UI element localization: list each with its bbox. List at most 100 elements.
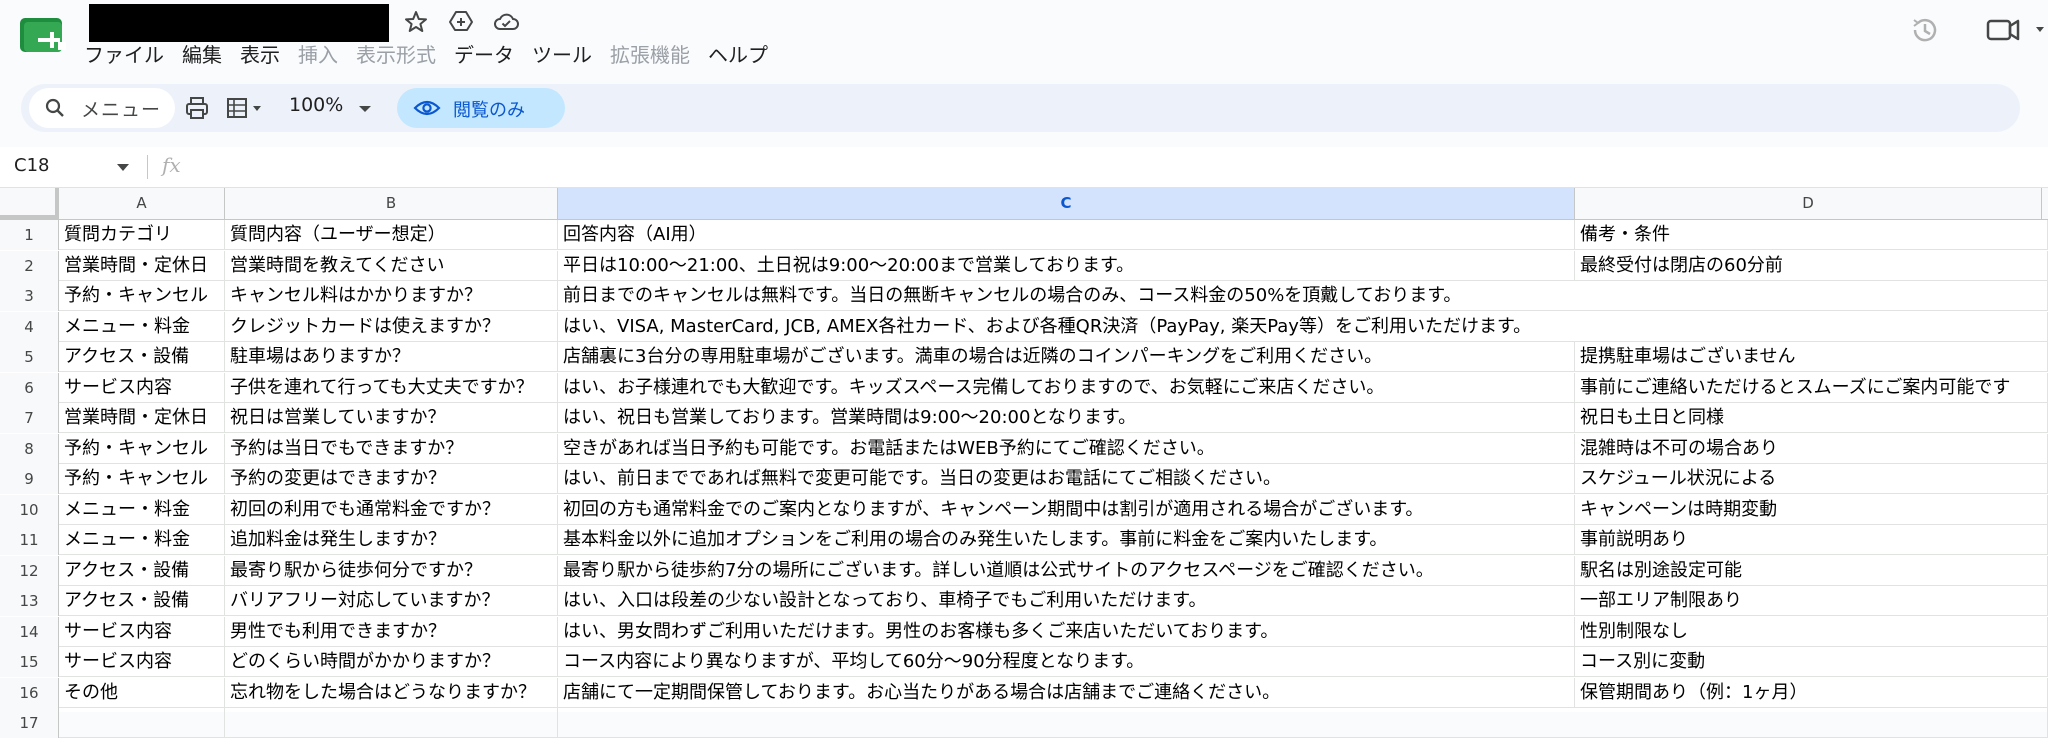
cell-c[interactable]: はい、入口は段差の少ない設計となっており、車椅子でもご利用いただけます。 bbox=[558, 586, 1575, 616]
cell-b[interactable]: バリアフリー対応していますか？ bbox=[225, 586, 558, 616]
cell-c[interactable]: 回答内容（AI用） bbox=[558, 220, 1575, 250]
cell-b[interactable]: 予約の変更はできますか？ bbox=[225, 464, 558, 494]
row-header[interactable]: 13 bbox=[0, 586, 59, 616]
cell-d[interactable]: 混雑時は不可の場合あり bbox=[1575, 433, 2048, 464]
cell-c[interactable]: はい、前日までであれば無料で変更可能です。当日の変更はお電話にてご相談ください。 bbox=[558, 464, 1575, 494]
cell-d[interactable]: 提携駐車場はございません bbox=[1575, 342, 2048, 372]
row-header[interactable]: 10 bbox=[0, 494, 59, 525]
cell-b[interactable]: 子供を連れて行っても大丈夫ですか？ bbox=[225, 372, 558, 403]
column-header-d[interactable]: D bbox=[1575, 188, 2042, 219]
cell-a[interactable]: サービス内容 bbox=[59, 372, 225, 403]
cell-d[interactable]: 性別制限なし bbox=[1575, 616, 2048, 647]
row-header[interactable]: 3 bbox=[0, 281, 59, 311]
menu-view[interactable]: 表示 bbox=[240, 40, 280, 72]
view-only-button[interactable]: 閲覧のみ bbox=[397, 88, 565, 128]
cell-b[interactable]: 予約は当日でもできますか？ bbox=[225, 433, 558, 464]
cloud-saved-icon[interactable] bbox=[492, 8, 520, 36]
cell-d[interactable]: 最終受付は閉店の60分前 bbox=[1575, 250, 2048, 281]
cell-a[interactable]: サービス内容 bbox=[59, 647, 225, 677]
search-menus-button[interactable]: メニュー bbox=[29, 88, 175, 128]
cell-c[interactable]: コース内容により異なりますが、平均して60分〜90分程度となります。 bbox=[558, 647, 1575, 677]
cell-d[interactable] bbox=[1575, 708, 2048, 738]
print-icon[interactable] bbox=[183, 94, 211, 122]
row-header[interactable]: 6 bbox=[0, 372, 59, 403]
row-header[interactable]: 11 bbox=[0, 525, 59, 555]
cell-a[interactable]: その他 bbox=[59, 677, 225, 708]
cell-b[interactable]: 初回の利用でも通常料金ですか？ bbox=[225, 494, 558, 525]
cell-c[interactable]: はい、お子様連れでも大歓迎です。キッズスペース完備しておりますので、お気軽にご来… bbox=[558, 372, 1575, 403]
row-header[interactable]: 5 bbox=[0, 342, 59, 372]
cell-d[interactable]: 一部エリア制限あり bbox=[1575, 586, 2048, 616]
cell-d[interactable]: 事前説明あり bbox=[1575, 525, 2048, 555]
star-icon[interactable] bbox=[402, 8, 430, 36]
row-header[interactable]: 12 bbox=[0, 555, 59, 586]
name-box[interactable]: C18 bbox=[14, 155, 49, 176]
cell-d[interactable]: スケジュール状況による bbox=[1575, 464, 2048, 494]
meet-call-icon[interactable] bbox=[1982, 10, 2048, 50]
menu-data[interactable]: データ bbox=[454, 40, 514, 72]
paint-format-dropdown-icon[interactable] bbox=[225, 94, 269, 122]
cell-c[interactable]: 初回の方も通常料金でのご案内となりますが、キャンペーン期間中は割引が適用される場… bbox=[558, 494, 1575, 525]
cell-d[interactable]: 駅名は別途設定可能 bbox=[1575, 555, 2048, 586]
cell-a[interactable]: 予約・キャンセル bbox=[59, 281, 225, 311]
cell-b[interactable] bbox=[225, 708, 558, 738]
cell-c[interactable]: 店舗にて一定期間保管しております。お心当たりがある場合は店舗までご連絡ください。 bbox=[558, 677, 1575, 708]
cell-c[interactable]: はい、男女問わずご利用いただけます。男性のお客様も多くご来店いただいております。 bbox=[558, 616, 1575, 647]
document-title-redacted[interactable] bbox=[89, 4, 389, 42]
cell-b[interactable]: どのくらい時間がかかりますか？ bbox=[225, 647, 558, 677]
cell-b[interactable]: 質問内容（ユーザー想定） bbox=[225, 220, 558, 250]
sheets-logo-icon[interactable] bbox=[20, 18, 68, 54]
cell-d[interactable]: コース別に変動 bbox=[1575, 647, 2048, 677]
column-header-b[interactable]: B bbox=[225, 188, 558, 219]
cell-b[interactable]: キャンセル料はかかりますか？ bbox=[225, 281, 558, 311]
cell-b[interactable]: 祝日は営業していますか？ bbox=[225, 403, 558, 433]
row-header[interactable]: 1 bbox=[0, 220, 59, 250]
menu-format[interactable]: 表示形式 bbox=[356, 40, 436, 72]
cell-c[interactable]: 最寄り駅から徒歩約7分の場所にございます。詳しい道順は公式サイトのアクセスページ… bbox=[558, 555, 1575, 586]
cell-c[interactable]: はい、祝日も営業しております。営業時間は9:00〜20:00となります。 bbox=[558, 403, 1575, 433]
cell-a[interactable]: アクセス・設備 bbox=[59, 555, 225, 586]
cell-a[interactable] bbox=[59, 708, 225, 738]
row-header[interactable]: 9 bbox=[0, 464, 59, 494]
cell-a[interactable]: 質問カテゴリ bbox=[59, 220, 225, 250]
row-header[interactable]: 2 bbox=[0, 250, 59, 281]
cell-a[interactable]: 予約・キャンセル bbox=[59, 464, 225, 494]
menu-tools[interactable]: ツール bbox=[532, 40, 592, 72]
name-box-dropdown-icon[interactable] bbox=[116, 163, 130, 173]
zoom-level[interactable]: 100% bbox=[289, 94, 343, 116]
column-header-c[interactable]: C bbox=[558, 188, 1575, 219]
cell-d[interactable]: 備考・条件 bbox=[1575, 220, 2048, 250]
zoom-dropdown-icon[interactable] bbox=[357, 94, 373, 122]
cell-b[interactable]: 追加料金は発生しますか？ bbox=[225, 525, 558, 555]
cell-a[interactable]: メニュー・料金 bbox=[59, 494, 225, 525]
cell-a[interactable]: メニュー・料金 bbox=[59, 311, 225, 342]
cell-a[interactable]: アクセス・設備 bbox=[59, 342, 225, 372]
row-header[interactable]: 7 bbox=[0, 403, 59, 433]
select-all-corner[interactable] bbox=[0, 188, 59, 219]
cell-a[interactable]: メニュー・料金 bbox=[59, 525, 225, 555]
menu-insert[interactable]: 挿入 bbox=[298, 40, 338, 72]
cell-c[interactable] bbox=[558, 708, 1575, 738]
move-to-drive-icon[interactable] bbox=[447, 8, 475, 36]
cell-d[interactable]: 保管期間あり（例：1ヶ月） bbox=[1575, 677, 2048, 708]
cell-b[interactable]: 駐車場はありますか？ bbox=[225, 342, 558, 372]
cell-c[interactable]: 前日までのキャンセルは無料です。当日の無断キャンセルの場合のみ、コース料金の50… bbox=[558, 281, 1575, 311]
cell-d[interactable] bbox=[1575, 311, 2048, 342]
cell-c[interactable]: 基本料金以外に追加オプションをご利用の場合のみ発生いたします。事前に料金をご案内… bbox=[558, 525, 1575, 555]
cell-d[interactable]: 事前にご連絡いただけるとスムーズにご案内可能です bbox=[1575, 372, 2048, 403]
row-header[interactable]: 16 bbox=[0, 677, 59, 708]
cell-b[interactable]: クレジットカードは使えますか？ bbox=[225, 311, 558, 342]
row-header[interactable]: 15 bbox=[0, 647, 59, 677]
row-header[interactable]: 8 bbox=[0, 433, 59, 464]
cell-c[interactable]: 空きがあれば当日予約も可能です。お電話またはWEB予約にてご確認ください。 bbox=[558, 433, 1575, 464]
menu-extensions[interactable]: 拡張機能 bbox=[610, 40, 690, 72]
cell-b[interactable]: 最寄り駅から徒歩何分ですか？ bbox=[225, 555, 558, 586]
cell-b[interactable]: 男性でも利用できますか？ bbox=[225, 616, 558, 647]
menu-help[interactable]: ヘルプ bbox=[708, 40, 768, 72]
version-history-icon[interactable] bbox=[1905, 10, 1945, 50]
cell-a[interactable]: アクセス・設備 bbox=[59, 586, 225, 616]
cell-b[interactable]: 営業時間を教えてください bbox=[225, 250, 558, 281]
cell-d[interactable]: キャンペーンは時期変動 bbox=[1575, 494, 2048, 525]
menu-edit[interactable]: 編集 bbox=[182, 40, 222, 72]
cell-a[interactable]: 営業時間・定休日 bbox=[59, 403, 225, 433]
